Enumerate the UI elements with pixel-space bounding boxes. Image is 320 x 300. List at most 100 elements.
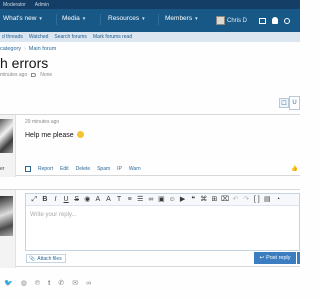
moderator-link[interactable]: Moderator bbox=[3, 2, 26, 8]
spoiler-icon[interactable]: ◉ bbox=[82, 194, 93, 206]
subnav-search-forums[interactable]: Search forums bbox=[54, 34, 87, 40]
whatsapp-icon[interactable]: ✆ bbox=[58, 279, 64, 287]
thread-start-date: minutes ago bbox=[0, 72, 28, 78]
align-icon[interactable]: ☰ bbox=[135, 194, 146, 206]
search-icon[interactable] bbox=[284, 17, 290, 24]
code-icon[interactable]: ⌘ bbox=[199, 194, 210, 206]
post-message: Help me please bbox=[25, 131, 84, 139]
main-navbar: What's new ▼ Media ▼ Resources ▼ Members… bbox=[0, 9, 300, 32]
drafts-icon[interactable]: ▤ bbox=[262, 194, 273, 206]
thread-meta: minutes ago None bbox=[0, 72, 52, 78]
nav-divider bbox=[158, 14, 159, 25]
paperclip-icon: 📎 bbox=[29, 255, 36, 262]
underline-icon[interactable]: U bbox=[61, 194, 72, 206]
tag-icon bbox=[31, 73, 37, 77]
smilie-icon[interactable]: ☺ bbox=[167, 194, 178, 206]
inbox-icon[interactable] bbox=[259, 17, 266, 24]
pinterest-icon[interactable]: ℗ bbox=[35, 280, 40, 287]
image-icon[interactable]: ▣ bbox=[156, 194, 167, 206]
nav-members[interactable]: Members ▼ bbox=[165, 15, 199, 22]
subnav-mark-forums-read[interactable]: Mark forums read bbox=[93, 34, 132, 40]
nav-icons bbox=[259, 11, 290, 30]
alerts-icon[interactable] bbox=[272, 17, 278, 24]
attach-files-button[interactable]: 📎 Attach files bbox=[26, 254, 66, 263]
staff-bar: Moderator Admin bbox=[0, 0, 300, 9]
nav-resources[interactable]: Resources ▼ bbox=[108, 15, 146, 22]
nav-members-label: Members bbox=[165, 15, 193, 22]
thread-tags[interactable]: None bbox=[40, 72, 52, 78]
page-title: h errors bbox=[0, 55, 49, 71]
thinking-emoji-icon bbox=[76, 131, 84, 138]
nav-whats-new-label: What's new bbox=[3, 15, 37, 22]
avatar[interactable] bbox=[0, 119, 13, 153]
subnav-watched[interactable]: Watched bbox=[29, 34, 49, 40]
post-message-text: Help me please bbox=[25, 132, 74, 139]
reply-editor: ⤢ B I U S ◉ A A T ≡ ☰ ∞ ▣ ☺ ▶ ❝ ⌘ ⊞ ⌧ ↶ … bbox=[25, 193, 300, 251]
chevron-down-icon[interactable]: ▼ bbox=[38, 16, 42, 21]
post-reply-label: Post reply bbox=[266, 255, 291, 261]
edit-link[interactable]: Edit bbox=[60, 166, 69, 172]
checkbox-icon: ☐ bbox=[281, 100, 287, 107]
remove-format-icon[interactable]: ⌧ bbox=[220, 194, 231, 206]
warn-link[interactable]: Warn bbox=[129, 166, 141, 172]
font-family-icon[interactable]: T bbox=[114, 194, 125, 206]
watch-button-extension[interactable]: U bbox=[289, 96, 300, 110]
share-bar: 🐦 ◍ ℗ t ✆ ✉ ∞ bbox=[4, 279, 91, 288]
nav-resources-label: Resources bbox=[108, 15, 140, 22]
post-date[interactable]: 29 minutes ago bbox=[25, 119, 59, 125]
chevron-down-icon[interactable]: ▼ bbox=[194, 16, 198, 21]
nav-media-label: Media bbox=[62, 15, 80, 22]
redo-icon[interactable]: ↷ bbox=[241, 194, 252, 206]
nav-divider bbox=[56, 14, 57, 25]
nav-divider bbox=[100, 14, 101, 25]
toggle-bbcode-icon[interactable]: [ ] bbox=[251, 194, 262, 206]
user-name: Chris D bbox=[227, 17, 248, 24]
subnav-new-threads[interactable]: d threads bbox=[2, 34, 23, 40]
user-menu[interactable]: Chris D bbox=[216, 11, 247, 30]
select-post-checkbox[interactable] bbox=[25, 166, 31, 172]
reply-icon: ↩ bbox=[259, 255, 265, 261]
reddit-icon[interactable]: ◍ bbox=[21, 279, 27, 287]
chevron-down-icon[interactable]: ▼ bbox=[141, 16, 145, 21]
font-size-icon[interactable]: A bbox=[93, 194, 104, 206]
watch-initial: U bbox=[292, 100, 297, 106]
spam-link[interactable]: Spam bbox=[97, 166, 110, 172]
link-icon[interactable]: ∞ bbox=[86, 280, 91, 287]
chevron-down-icon[interactable]: ▼ bbox=[82, 16, 86, 21]
attach-files-label: Attach files bbox=[37, 255, 62, 262]
list-icon[interactable]: ≡ bbox=[124, 194, 135, 206]
email-icon[interactable]: ✉ bbox=[72, 279, 78, 287]
table-icon[interactable]: ⊞ bbox=[209, 194, 220, 206]
breadcrumb-category[interactable]: category bbox=[0, 46, 21, 52]
more-options-button[interactable] bbox=[297, 252, 300, 264]
preview-icon[interactable]: ◔ bbox=[273, 194, 284, 206]
post-user-panel: er bbox=[0, 115, 16, 177]
watch-button[interactable]: ☐ bbox=[279, 98, 289, 108]
twitter-icon[interactable]: 🐦 bbox=[4, 279, 13, 287]
chevron-right-icon: › bbox=[24, 46, 26, 52]
breadcrumb: category › Main forum bbox=[0, 46, 56, 52]
tumblr-icon[interactable]: t bbox=[48, 280, 50, 287]
like-icon[interactable]: 👍 bbox=[291, 166, 298, 172]
link-icon[interactable]: ∞ bbox=[146, 194, 157, 206]
ip-link[interactable]: IP bbox=[117, 166, 122, 172]
avatar bbox=[0, 196, 13, 236]
nav-whats-new[interactable]: What's new ▼ bbox=[3, 15, 43, 22]
reply-input[interactable]: Write your reply... bbox=[30, 212, 76, 218]
bold-icon[interactable]: B bbox=[40, 194, 51, 206]
italic-icon[interactable]: I bbox=[50, 194, 61, 206]
media-icon[interactable]: ▶ bbox=[177, 194, 188, 206]
undo-icon[interactable]: ↶ bbox=[230, 194, 241, 206]
report-link[interactable]: Report bbox=[38, 166, 53, 172]
post-username[interactable]: er bbox=[0, 166, 4, 172]
post-reply-button[interactable]: ↩ Post reply bbox=[254, 252, 296, 264]
quote-icon[interactable]: ❝ bbox=[188, 194, 199, 206]
admin-link[interactable]: Admin bbox=[35, 2, 49, 8]
breadcrumb-main-forum[interactable]: Main forum bbox=[29, 46, 57, 52]
delete-link[interactable]: Delete bbox=[76, 166, 90, 172]
reply-user-panel bbox=[0, 190, 16, 268]
nav-media[interactable]: Media ▼ bbox=[62, 15, 86, 22]
strikethrough-icon[interactable]: S bbox=[71, 194, 82, 206]
text-color-icon[interactable]: A bbox=[103, 194, 114, 206]
expand-icon[interactable]: ⤢ bbox=[29, 194, 40, 206]
